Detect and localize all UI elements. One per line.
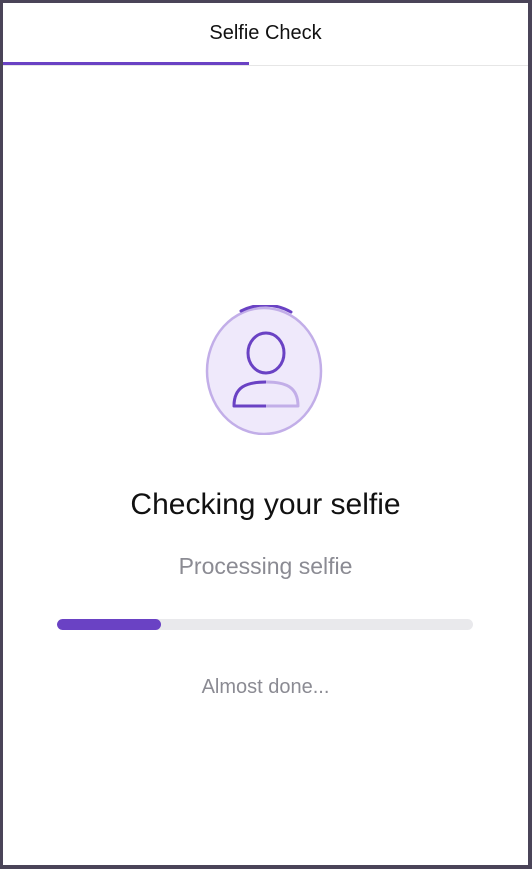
processing-progress-bar (57, 619, 473, 630)
status-heading: Checking your selfie (130, 488, 401, 521)
user-scan-icon (205, 305, 323, 435)
status-subheading: Processing selfie (178, 553, 353, 579)
processing-progress-fill (57, 619, 161, 630)
step-progress-indicator (3, 62, 249, 65)
page-title: Selfie Check (209, 22, 322, 44)
selfie-check-screen: Selfie Check Checking your selfie Proces… (3, 3, 528, 865)
app-header: Selfie Check (3, 3, 528, 66)
status-hint: Almost done... (201, 676, 330, 698)
